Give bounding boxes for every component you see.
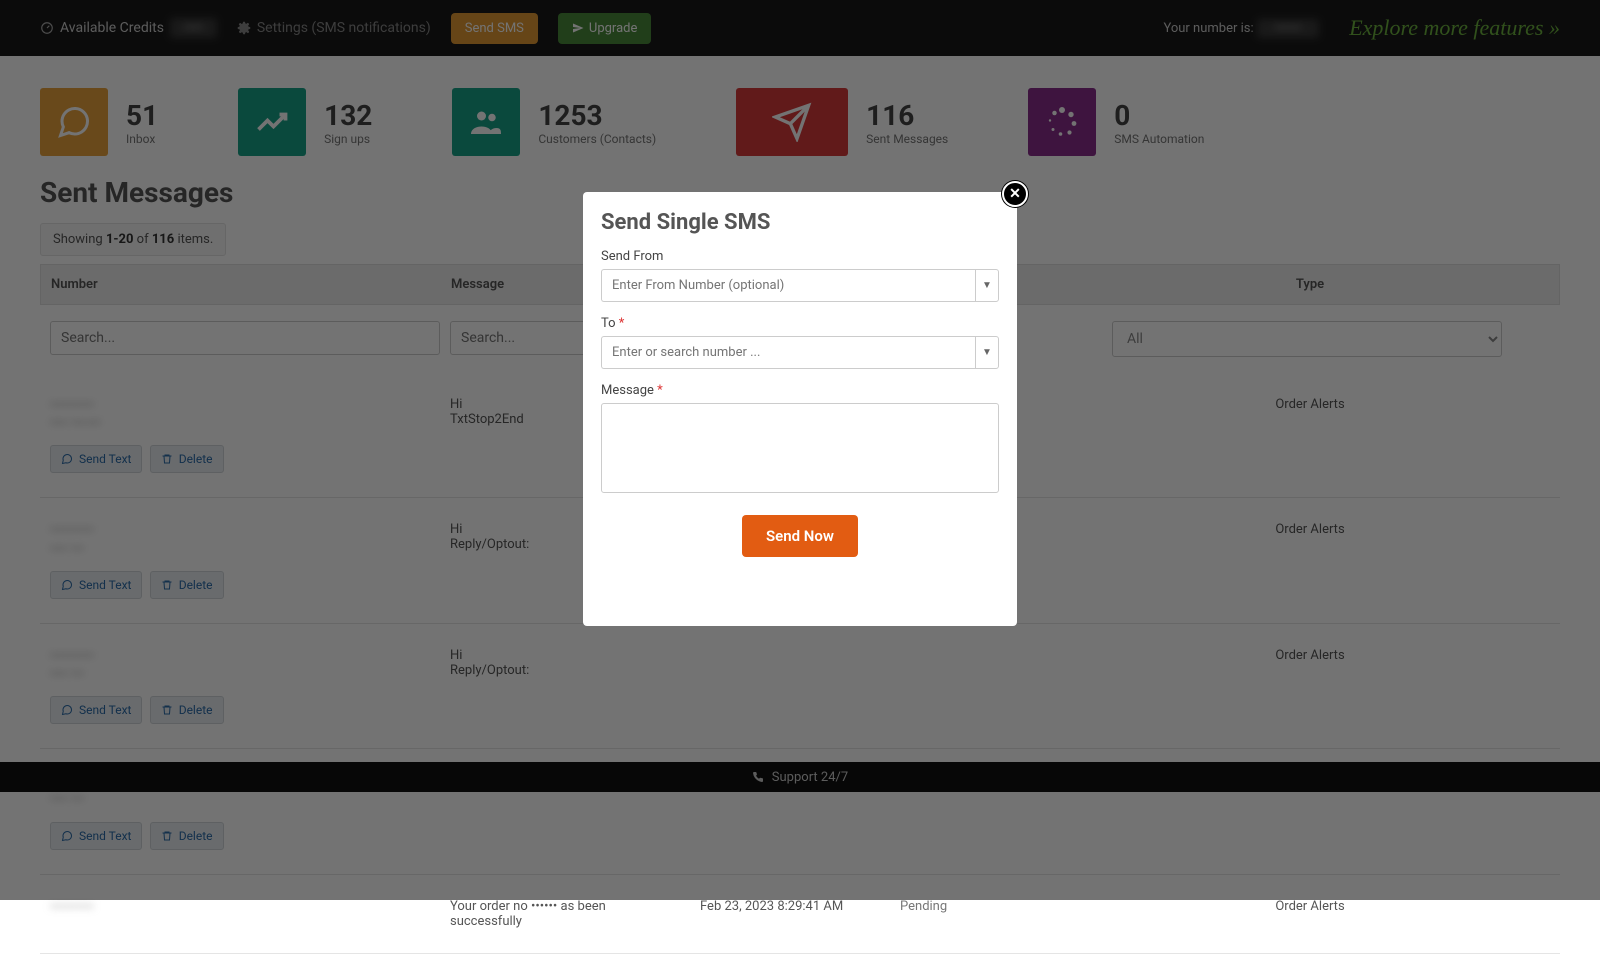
modal-title: Send Single SMS bbox=[601, 210, 999, 235]
to-input[interactable] bbox=[601, 336, 975, 369]
close-icon[interactable]: ✕ bbox=[1002, 181, 1028, 207]
send-from-label: Send From bbox=[601, 249, 999, 264]
send-now-button[interactable]: Send Now bbox=[742, 515, 858, 557]
send-sms-modal: ✕ Send Single SMS Send From ▼ To * ▼ Mes… bbox=[583, 192, 1017, 626]
send-from-input[interactable] bbox=[601, 269, 975, 302]
row-number: •••••••••• bbox=[50, 899, 430, 917]
chevron-down-icon[interactable]: ▼ bbox=[975, 269, 999, 302]
message-label: Message * bbox=[601, 383, 999, 398]
message-textarea[interactable] bbox=[601, 403, 999, 493]
to-label: To * bbox=[601, 316, 999, 331]
chevron-down-icon[interactable]: ▼ bbox=[975, 336, 999, 369]
